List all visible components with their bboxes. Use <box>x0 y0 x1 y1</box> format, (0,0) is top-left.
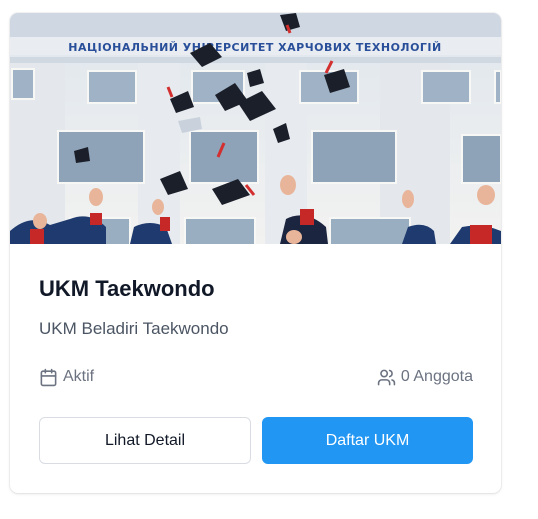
ukm-card: НАЦІОНАЛЬНИЙ УНІВЕРСИТЕТ ХАРЧОВИХ ТЕХНОЛ… <box>10 13 501 493</box>
register-ukm-label: Daftar UKM <box>325 431 410 449</box>
users-icon <box>377 369 396 385</box>
register-ukm-button[interactable]: Daftar UKM <box>262 417 473 464</box>
calendar-icon <box>40 368 57 386</box>
facade-sign: НАЦІОНАЛЬНИЙ УНІВЕРСИТЕТ ХАРЧОВИХ ТЕХНОЛ… <box>68 41 441 54</box>
graduation-photo: НАЦІОНАЛЬНИЙ УНІВЕРСИТЕТ ХАРЧОВИХ ТЕХНОЛ… <box>10 13 501 244</box>
card-title: UKM Taekwondo <box>39 276 215 301</box>
card-image: НАЦІОНАЛЬНИЙ УНІВЕРСИТЕТ ХАРЧОВИХ ТЕХНОЛ… <box>10 13 501 244</box>
status-label: Aktif <box>63 368 95 385</box>
card-subtitle: UKM Beladiri Taekwondo <box>39 319 229 338</box>
status-meta: Aktif <box>39 365 94 389</box>
members-label: 0 Anggota <box>400 368 473 385</box>
members-meta: 0 Anggota <box>377 365 473 389</box>
view-detail-label: Lihat Detail <box>104 431 186 449</box>
view-detail-button[interactable]: Lihat Detail <box>39 417 251 464</box>
